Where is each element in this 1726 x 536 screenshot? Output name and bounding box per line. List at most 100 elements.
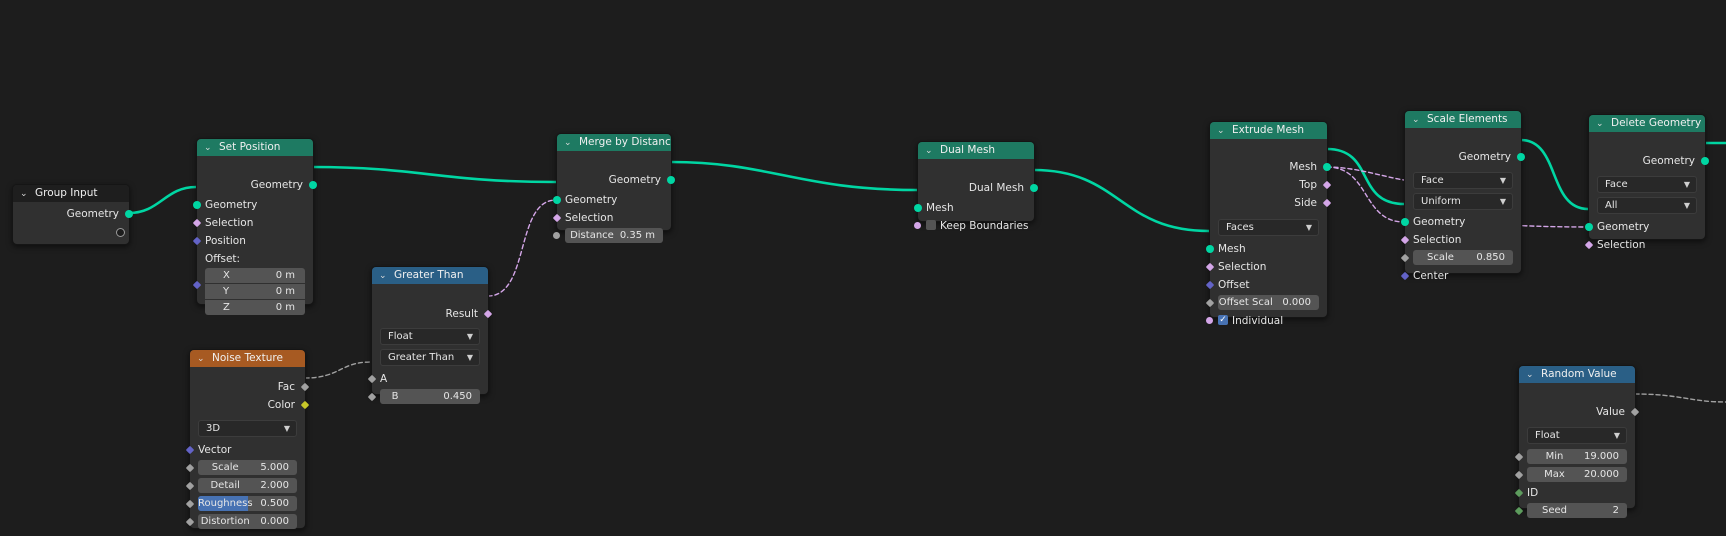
offset-x-field[interactable]: X 0 m [205,268,305,283]
node-header[interactable]: ⌄ Greater Than [372,267,488,284]
input-selection-socket[interactable] [192,218,202,228]
input-position-socket[interactable] [192,236,202,246]
node-header[interactable]: ⌄ Random Value [1519,366,1635,383]
output-value-socket[interactable] [1630,407,1640,417]
mode-dropdown[interactable]: All ▼ [1597,197,1697,214]
link-extrude-mesh-to-scale[interactable] [1325,147,1406,206]
link-group-input-to-set-position[interactable] [127,185,198,215]
input-selection-socket[interactable] [1584,240,1594,250]
output-geometry-socket[interactable] [1517,153,1525,161]
input-selection-socket[interactable] [552,213,562,223]
output-geometry-socket[interactable] [667,176,675,184]
input-geometry-socket[interactable] [193,201,201,209]
detail-field[interactable]: Detail 2.000 [198,478,297,493]
output-top-socket[interactable] [1322,180,1332,190]
input-roughness-socket[interactable] [185,499,195,509]
extrude-mesh-node[interactable]: ⌄ Extrude Mesh Mesh Top Side Faces ▼ Mesh … [1205,121,1332,327]
noise-texture-node[interactable]: ⌄ Noise Texture Fac Color 3D ▼ Vector Scal… [185,349,310,529]
set-position-node[interactable]: ⌄ Set Position Geometry Geometry Selectio… [192,138,317,315]
delete-geometry-node[interactable]: ⌄ Delete Geometry Geometry Face ▼ All ▼ Geo… [1584,114,1709,251]
input-min-socket[interactable] [1514,452,1524,462]
input-a-socket[interactable] [367,374,377,384]
input-max-socket[interactable] [1514,470,1524,480]
node-header[interactable]: ⌄ Delete Geometry [1589,115,1705,132]
output-result-socket[interactable] [483,309,493,319]
link-random-value-output[interactable] [1634,393,1726,403]
operation-dropdown[interactable]: Greater Than ▼ [380,349,480,366]
distortion-field[interactable]: Distortion 0.000 [198,514,297,529]
greater-than-node[interactable]: ⌄ Greater Than Result Float ▼ Greater Than… [367,266,493,404]
offset-z-field[interactable]: Z 0 m [205,300,305,315]
keep-boundaries-checkbox[interactable] [926,220,936,230]
input-seed-socket[interactable] [1514,506,1524,516]
scale-mode-dropdown[interactable]: Uniform ▼ [1413,193,1513,210]
chevron-down-icon[interactable]: ⌄ [1217,123,1226,139]
offset-scale-field[interactable]: Offset Scal 0.000 [1218,295,1319,310]
output-geometry-socket[interactable] [125,210,133,218]
roughness-slider[interactable]: Roughness 0.500 [198,496,297,511]
random-value-node[interactable]: ⌄ Random Value Value Float ▼ Min 19.000 Max… [1514,365,1640,518]
scale-field[interactable]: Scale 0.850 [1413,250,1513,265]
chevron-down-icon[interactable]: ⌄ [1412,112,1421,128]
input-id-socket[interactable] [1514,488,1524,498]
chevron-down-icon[interactable]: ⌄ [1596,116,1605,132]
output-side-socket[interactable] [1322,198,1332,208]
link-dual-mesh-to-extrude[interactable] [1032,168,1211,233]
input-distortion-socket[interactable] [185,517,195,527]
input-detail-socket[interactable] [185,481,195,491]
input-offset-socket[interactable] [1205,280,1215,290]
group-input-node[interactable]: ⌄ Group Input Geometry [12,184,133,245]
input-geometry-socket[interactable] [553,196,561,204]
link-set-position-to-merge[interactable] [311,165,558,184]
input-geometry-socket[interactable] [1585,223,1593,231]
input-offset-scale-socket[interactable] [1205,298,1215,308]
offset-vector-field[interactable]: X 0 m Y 0 m Z 0 m [205,268,305,316]
link-extrude-top-to-scale-header[interactable] [1326,166,1405,181]
output-geometry-socket[interactable] [309,181,317,189]
node-header[interactable]: ⌄ Scale Elements [1405,111,1521,128]
seed-field[interactable]: Seed 2 [1527,503,1627,518]
dual-mesh-node[interactable]: ⌄ Dual Mesh Dual Mesh Mesh Keep Boundarie… [914,141,1038,232]
output-dual-mesh-socket[interactable] [1030,184,1038,192]
input-selection-socket[interactable] [1205,262,1215,272]
scale-elements-node[interactable]: ⌄ Scale Elements Geometry Face ▼ Uniform ▼ … [1400,110,1525,282]
chevron-down-icon[interactable]: ⌄ [564,135,573,151]
dimensions-dropdown[interactable]: 3D ▼ [198,420,297,437]
b-field[interactable]: B 0.450 [380,389,480,404]
input-scale-socket[interactable] [185,463,195,473]
node-header[interactable]: ⌄ Noise Texture [190,350,305,367]
input-mesh-socket[interactable] [914,204,922,212]
input-offset-socket[interactable] [192,280,202,290]
mode-dropdown[interactable]: Faces ▼ [1218,219,1319,236]
chevron-down-icon[interactable]: ⌄ [379,268,388,284]
output-color-socket[interactable] [300,400,310,410]
node-header[interactable]: ⌄ Set Position [197,139,313,156]
link-noise-to-greater[interactable] [304,361,372,379]
input-center-socket[interactable] [1400,271,1410,281]
input-b-socket[interactable] [367,392,377,402]
node-header[interactable]: ⌄ Extrude Mesh [1210,122,1327,139]
link-merge-to-dual-mesh[interactable] [669,160,919,192]
offset-y-field[interactable]: Y 0 m [205,284,305,299]
link-extrude-top-to-scale-selection[interactable] [1326,166,1405,223]
chevron-down-icon[interactable]: ⌄ [204,140,213,156]
scale-field[interactable]: Scale 5.000 [198,460,297,475]
chevron-down-icon[interactable]: ⌄ [1526,367,1535,383]
node-header[interactable]: ⌄ Group Input [13,185,129,202]
node-header[interactable]: ⌄ Merge by Distance [557,134,671,151]
input-vector-socket[interactable] [185,445,195,455]
input-individual-socket[interactable] [1206,317,1213,324]
min-field[interactable]: Min 19.000 [1527,449,1627,464]
input-distance-socket[interactable] [553,232,560,239]
domain-dropdown[interactable]: Face ▼ [1597,176,1697,193]
chevron-down-icon[interactable]: ⌄ [197,351,206,367]
link-greater-to-merge-selection[interactable] [487,199,557,297]
individual-checkbox[interactable]: ✓ [1218,315,1228,325]
max-field[interactable]: Max 20.000 [1527,467,1627,482]
input-keep-boundaries-socket[interactable] [914,222,921,229]
input-geometry-socket[interactable] [1401,218,1409,226]
input-mesh-socket[interactable] [1206,245,1214,253]
output-geometry-socket[interactable] [1701,157,1709,165]
output-fac-socket[interactable] [300,382,310,392]
distance-field[interactable]: Distance 0.35 m [565,228,663,243]
